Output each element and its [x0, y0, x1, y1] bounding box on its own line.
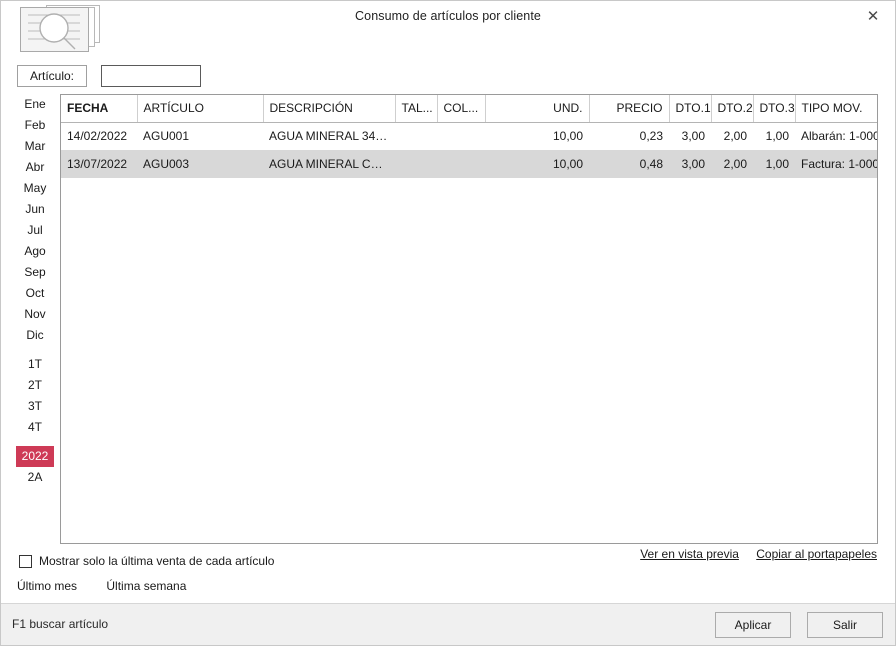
cell-tal — [395, 122, 437, 150]
cell-col — [437, 122, 485, 150]
column-header-precio[interactable]: PRECIO — [589, 95, 670, 123]
cell-und: 10,00 — [552, 157, 583, 171]
checkbox-box[interactable] — [19, 554, 32, 568]
column-header-desc[interactable]: DESCRIPCIÓN — [263, 95, 396, 123]
show-last-sale-checkbox[interactable]: Mostrar solo la última venta de cada art… — [19, 554, 274, 568]
cell-art: AGU003 — [143, 157, 190, 171]
table-header-row: FECHA ARTÍCULO DESCRIPCIÓN TAL... COL... UND.… — [61, 95, 877, 123]
consumption-table: FECHA ARTÍCULO DESCRIPCIÓN TAL... COL... UND.… — [61, 95, 877, 178]
period-item-4t[interactable]: 4T — [16, 417, 54, 438]
period-item-abr[interactable]: Abr — [16, 157, 54, 178]
cell-tipo: Albarán: 1-000004 — [801, 129, 877, 144]
period-item-feb[interactable]: Feb — [16, 115, 54, 136]
cell-desc: AGUA MINERAL 34 cl. — [269, 129, 391, 144]
cell-precio: 0,23 — [639, 129, 663, 144]
table-body: 14/02/2022 AGU001 AGUA MINERAL 34 cl. 10,00… — [61, 122, 877, 178]
quick-period-links: Último mes Última semana — [17, 579, 212, 593]
cell-col — [437, 150, 485, 178]
period-sidebar: Ene Feb Mar Abr May Jun Jul Ago Sep Oct Nov Dic 1T 2T… — [13, 94, 57, 544]
period-item-may[interactable]: May — [16, 178, 54, 199]
last-month-link[interactable]: Último mes — [17, 579, 77, 593]
results-grid-panel[interactable]: FECHA ARTÍCULO DESCRIPCIÓN TAL... COL... UND.… — [60, 94, 878, 544]
period-item-oct[interactable]: Oct — [16, 283, 54, 304]
column-header-dto3[interactable]: DTO.3 — [753, 95, 796, 123]
cell-und: 10,00 — [552, 129, 583, 144]
close-icon[interactable]: ✕ — [853, 2, 893, 30]
cell-tipo: Factura: 1-000001 — [801, 157, 877, 171]
cell-fecha: 14/02/2022 — [67, 129, 128, 144]
period-item-2022[interactable]: 2022 — [16, 446, 54, 467]
period-item-2a[interactable]: 2A — [16, 467, 54, 488]
copy-clipboard-link[interactable]: Copiar al portapapeles — [756, 547, 877, 561]
column-header-tal[interactable]: TAL... — [395, 95, 438, 123]
cell-art: AGU001 — [143, 129, 190, 144]
page-title: Consumo de artículos por cliente — [355, 9, 541, 23]
table-row[interactable]: 13/07/2022 AGU003 AGUA MINERAL CON ... 10,0… — [61, 150, 877, 178]
period-item-mar[interactable]: Mar — [16, 136, 54, 157]
table-header: FECHA ARTÍCULO DESCRIPCIÓN TAL... COL... UND.… — [61, 95, 877, 123]
cell-precio: 0,48 — [639, 157, 663, 171]
column-header-col[interactable]: COL... — [437, 95, 486, 123]
period-item-ago[interactable]: Ago — [16, 241, 54, 262]
cell-dto3: 1,00 — [765, 157, 789, 171]
cell-dto2: 2,00 — [723, 129, 747, 144]
articulo-search-input[interactable] — [101, 65, 202, 87]
column-header-tipo[interactable]: TIPO MOV. — [795, 95, 877, 123]
cell-desc: AGUA MINERAL CON ... — [269, 157, 395, 171]
dialog-window: Consumo de artículos por cliente ✕ Artíc… — [0, 0, 896, 646]
period-item-dic[interactable]: Dic — [16, 325, 54, 346]
period-item-2t[interactable]: 2T — [16, 375, 54, 396]
column-header-dto1[interactable]: DTO.1 — [669, 95, 712, 123]
filter-row: Artículo: — [17, 65, 202, 87]
status-bar: F1 buscar artículo Aplicar Salir — [1, 603, 895, 645]
title-bar: Consumo de artículos por cliente ✕ — [1, 1, 895, 59]
column-header-und[interactable]: UND. — [485, 95, 590, 123]
cell-fecha: 13/07/2022 — [67, 157, 128, 171]
table-row[interactable]: 14/02/2022 AGU001 AGUA MINERAL 34 cl. 10,00… — [61, 122, 877, 150]
preview-link[interactable]: Ver en vista previa — [640, 547, 739, 561]
cell-dto2: 2,00 — [723, 157, 747, 171]
exit-button[interactable]: Salir — [807, 612, 883, 638]
cell-dto1: 3,00 — [681, 157, 705, 171]
period-item-ene[interactable]: Ene — [16, 94, 54, 115]
column-header-fecha[interactable]: FECHA — [61, 95, 138, 123]
period-item-sep[interactable]: Sep — [16, 262, 54, 283]
cell-dto1: 3,00 — [681, 129, 705, 144]
period-item-3t[interactable]: 3T — [16, 396, 54, 417]
column-header-dto2[interactable]: DTO.2 — [711, 95, 754, 123]
period-item-nov[interactable]: Nov — [16, 304, 54, 325]
period-item-jul[interactable]: Jul — [16, 220, 54, 241]
status-hint: F1 buscar artículo — [12, 617, 109, 631]
articulo-label-button[interactable]: Artículo: — [17, 65, 87, 87]
column-header-art[interactable]: ARTÍCULO — [137, 95, 264, 123]
cell-dto3: 1,00 — [765, 129, 789, 144]
show-last-sale-label: Mostrar solo la última venta de cada art… — [39, 554, 275, 568]
apply-button[interactable]: Aplicar — [715, 612, 791, 638]
last-week-link[interactable]: Última semana — [106, 579, 186, 593]
period-item-1t[interactable]: 1T — [16, 354, 54, 375]
cell-tal — [395, 150, 437, 178]
export-action-links: Ver en vista previa Copiar al portapapel… — [626, 547, 877, 561]
period-item-jun[interactable]: Jun — [16, 199, 54, 220]
